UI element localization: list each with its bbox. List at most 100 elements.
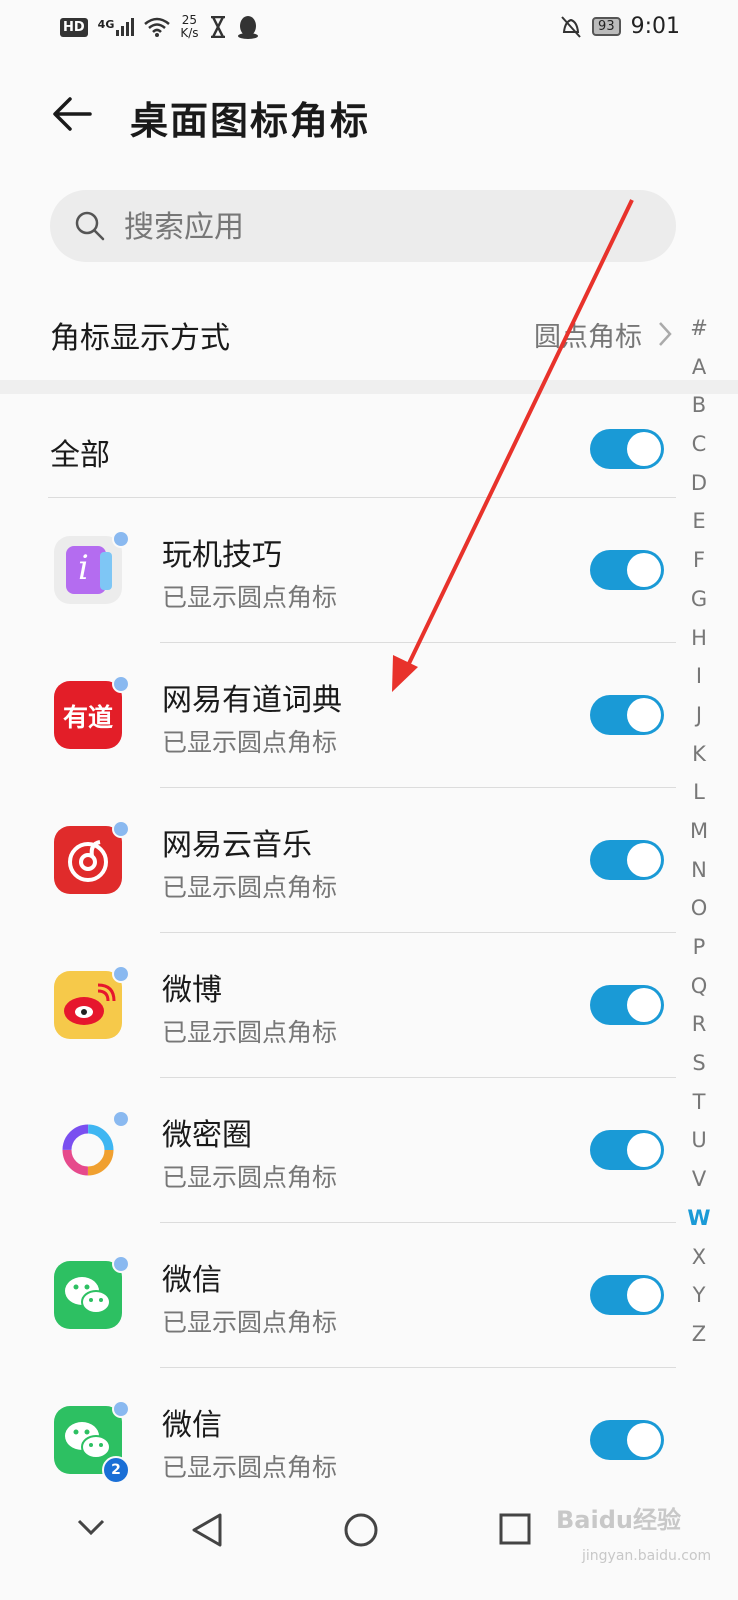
status-left: HD 4G 25 K/s [60, 14, 259, 40]
hourglass-icon [210, 16, 225, 38]
badge-display-row[interactable]: 角标显示方式 圆点角标 [0, 295, 690, 375]
app-toggle[interactable] [590, 1130, 664, 1170]
index-letter[interactable]: E [684, 509, 714, 548]
badge-display-label: 角标显示方式 [50, 321, 230, 356]
app-name: 玩机技巧 [162, 538, 282, 573]
badge-dot [112, 820, 130, 838]
index-letter[interactable]: D [684, 471, 714, 510]
app-toggle[interactable] [590, 840, 664, 880]
toggle-knob [627, 553, 661, 587]
chevron-down-icon[interactable] [76, 1512, 106, 1546]
clone-badge-icon: 2 [102, 1456, 130, 1484]
index-letter[interactable]: K [684, 742, 714, 781]
index-letter[interactable]: Z [684, 1322, 714, 1361]
app-toggle[interactable] [590, 985, 664, 1025]
index-letter[interactable]: M [684, 819, 714, 858]
alphabet-index[interactable]: # A B C D E F G H I J K L M N O P Q R S T U V W X Y Z [684, 316, 714, 1361]
index-letter[interactable]: P [684, 935, 714, 974]
index-letter[interactable]: Q [684, 974, 714, 1013]
badge-dot [112, 675, 130, 693]
index-letter[interactable]: B [684, 393, 714, 432]
index-letter[interactable]: C [684, 432, 714, 471]
toggle-knob [627, 1278, 661, 1312]
wifi-icon [144, 17, 171, 37]
clock: 9:01 [630, 14, 680, 39]
index-letter[interactable]: G [684, 587, 714, 626]
all-row: 全部 [0, 400, 690, 498]
back-nav-icon[interactable] [190, 1512, 224, 1552]
index-letter[interactable]: I [684, 664, 714, 703]
app-name: 微信 [162, 1408, 222, 1443]
index-letter[interactable]: T [684, 1090, 714, 1129]
page-title: 桌面图标角标 [130, 99, 371, 143]
mute-notification-icon [561, 15, 581, 38]
badge-dot [112, 1110, 130, 1128]
search-input[interactable] [122, 204, 646, 250]
index-letter[interactable]: U [684, 1128, 714, 1167]
toggle-knob [627, 843, 661, 877]
back-arrow-icon[interactable] [50, 92, 94, 136]
search-bar[interactable] [50, 190, 676, 262]
app-toggle[interactable] [590, 695, 664, 735]
all-toggle[interactable] [590, 429, 664, 469]
app-toggle[interactable] [590, 1275, 664, 1315]
index-letter[interactable]: V [684, 1167, 714, 1206]
wechat-clone-app-icon: 2 [54, 1406, 130, 1484]
app-toggle[interactable] [590, 550, 664, 590]
hd-icon: HD [60, 17, 88, 37]
battery-icon: 93 [592, 17, 621, 36]
search-icon [75, 211, 105, 241]
netease-music-app-icon [54, 826, 122, 894]
index-letter[interactable]: X [684, 1245, 714, 1284]
index-letter[interactable]: S [684, 1051, 714, 1090]
list-item[interactable]: 微密圈 已显示圆点角标 [0, 1078, 690, 1223]
chevron-right-icon [659, 322, 672, 346]
app-name: 网易云音乐 [162, 828, 312, 863]
youdao-app-icon: 有道 [54, 681, 122, 749]
recents-nav-icon[interactable] [498, 1512, 532, 1550]
index-letter[interactable]: A [684, 355, 714, 394]
status-bar: HD 4G 25 K/s 93 9:01 [0, 0, 738, 60]
list-item[interactable]: 有道 网易有道词典 已显示圆点角标 [0, 643, 690, 788]
index-letter[interactable]: # [684, 316, 714, 355]
app-status: 已显示圆点角标 [162, 1453, 338, 1482]
wechat-bubbles-icon [65, 1277, 111, 1314]
weibo-app-icon [54, 971, 122, 1039]
toggle-knob [627, 432, 661, 466]
watermark-sub: jingyan.baidu.com [582, 1548, 712, 1564]
index-letter[interactable]: O [684, 896, 714, 935]
app-status: 已显示圆点角标 [162, 728, 338, 757]
signal-icon: 4G [98, 18, 135, 36]
index-letter[interactable]: R [684, 1012, 714, 1051]
app-name: 网易有道词典 [162, 683, 342, 718]
net-speed: 25 K/s [180, 14, 198, 40]
app-name: 微密圈 [162, 1118, 252, 1153]
ring-logo-icon [62, 1124, 114, 1176]
index-letter[interactable]: J [684, 703, 714, 742]
index-letter[interactable]: W [684, 1206, 714, 1245]
list-item[interactable]: i 玩机技巧 已显示圆点角标 [0, 498, 690, 643]
music-note-icon [68, 840, 108, 882]
home-nav-icon[interactable] [343, 1512, 379, 1552]
net-speed-unit: K/s [180, 26, 199, 40]
tips-app-icon: i [54, 536, 122, 604]
section-divider [0, 380, 738, 394]
index-letter[interactable]: L [684, 780, 714, 819]
index-letter[interactable]: N [684, 858, 714, 897]
badge-dot [112, 530, 130, 548]
index-letter[interactable]: F [684, 548, 714, 587]
toggle-knob [627, 1133, 661, 1167]
app-status: 已显示圆点角标 [162, 1018, 338, 1047]
list-item[interactable]: 微信 已显示圆点角标 [0, 1223, 690, 1368]
badge-display-value: 圆点角标 [534, 322, 642, 353]
wechat-app-icon [54, 1261, 122, 1329]
index-letter[interactable]: Y [684, 1283, 714, 1322]
status-right: 93 9:01 [560, 14, 680, 39]
toggle-knob [627, 988, 661, 1022]
app-name: 微博 [162, 973, 222, 1008]
list-item[interactable]: 微博 已显示圆点角标 [0, 933, 690, 1078]
index-letter[interactable]: H [684, 626, 714, 665]
app-toggle[interactable] [590, 1420, 664, 1460]
list-item[interactable]: 网易云音乐 已显示圆点角标 [0, 788, 690, 933]
network-type: 4G [97, 18, 115, 31]
